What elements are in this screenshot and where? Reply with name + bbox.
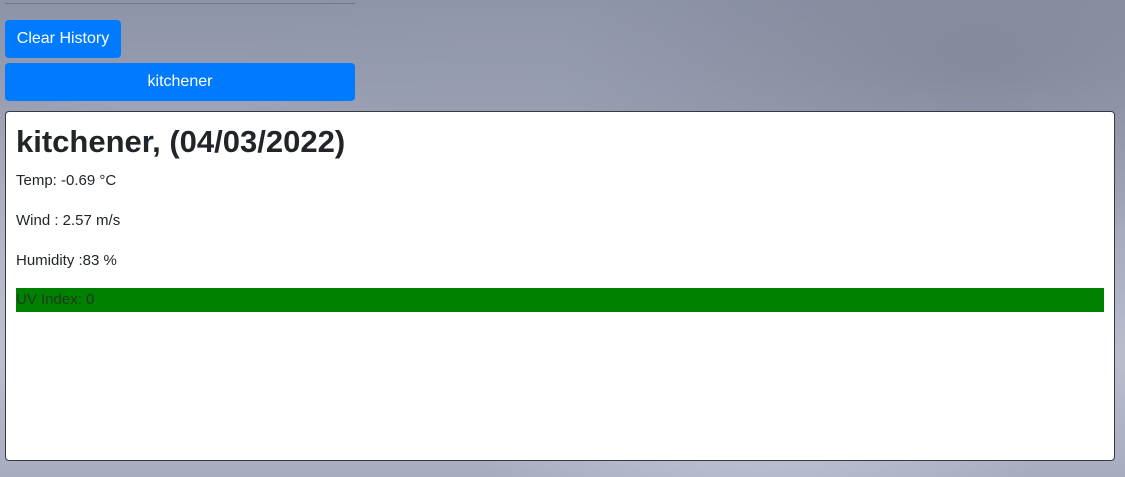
- clear-history-button[interactable]: Clear History: [5, 20, 121, 58]
- temperature-text: Temp: -0.69 °C: [16, 172, 117, 189]
- current-weather-card: kitchener, (04/03/2022) Temp: -0.69 °C W…: [5, 111, 1115, 461]
- uv-index-bar: UV Index: 0: [16, 288, 1104, 312]
- humidity-text: Humidity :83 %: [16, 252, 117, 269]
- wind-text: Wind : 2.57 m/s: [16, 212, 121, 229]
- city-date-title: kitchener, (04/03/2022): [16, 124, 346, 159]
- top-divider: [5, 3, 355, 4]
- history-item-kitchener[interactable]: kitchener: [5, 63, 355, 101]
